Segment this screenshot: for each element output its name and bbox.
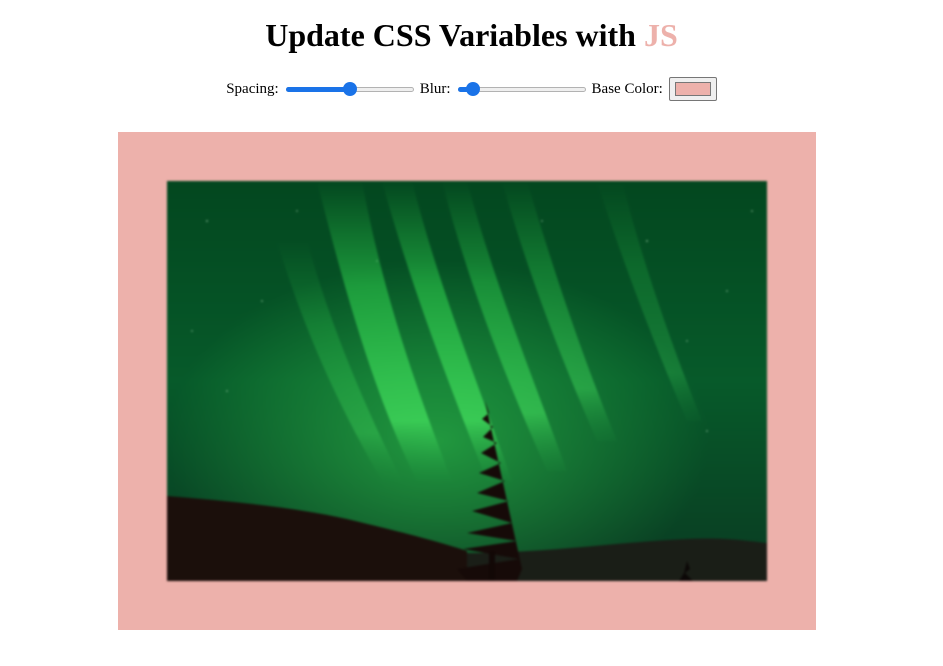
image-frame (118, 132, 816, 630)
base-color-picker[interactable] (668, 77, 717, 101)
blur-slider-thumb[interactable] (465, 82, 480, 96)
spacing-slider-thumb[interactable] (342, 82, 357, 96)
blur-slider[interactable] (457, 82, 586, 96)
page-title-text: Update CSS Variables with (265, 17, 644, 53)
base-color-swatch (674, 82, 711, 96)
spacing-slider-fill (285, 87, 350, 92)
blur-label: Blur: (419, 80, 451, 97)
base-color-label: Base Color: (591, 80, 663, 97)
page-title-highlight: JS (643, 17, 678, 53)
spacing-label: Spacing: (226, 80, 279, 97)
page-title: Update CSS Variables with JS (0, 16, 943, 54)
controls-bar: Spacing: Blur: Base Color: (0, 76, 943, 102)
spacing-slider[interactable] (285, 82, 414, 96)
aurora-photo (167, 181, 767, 581)
